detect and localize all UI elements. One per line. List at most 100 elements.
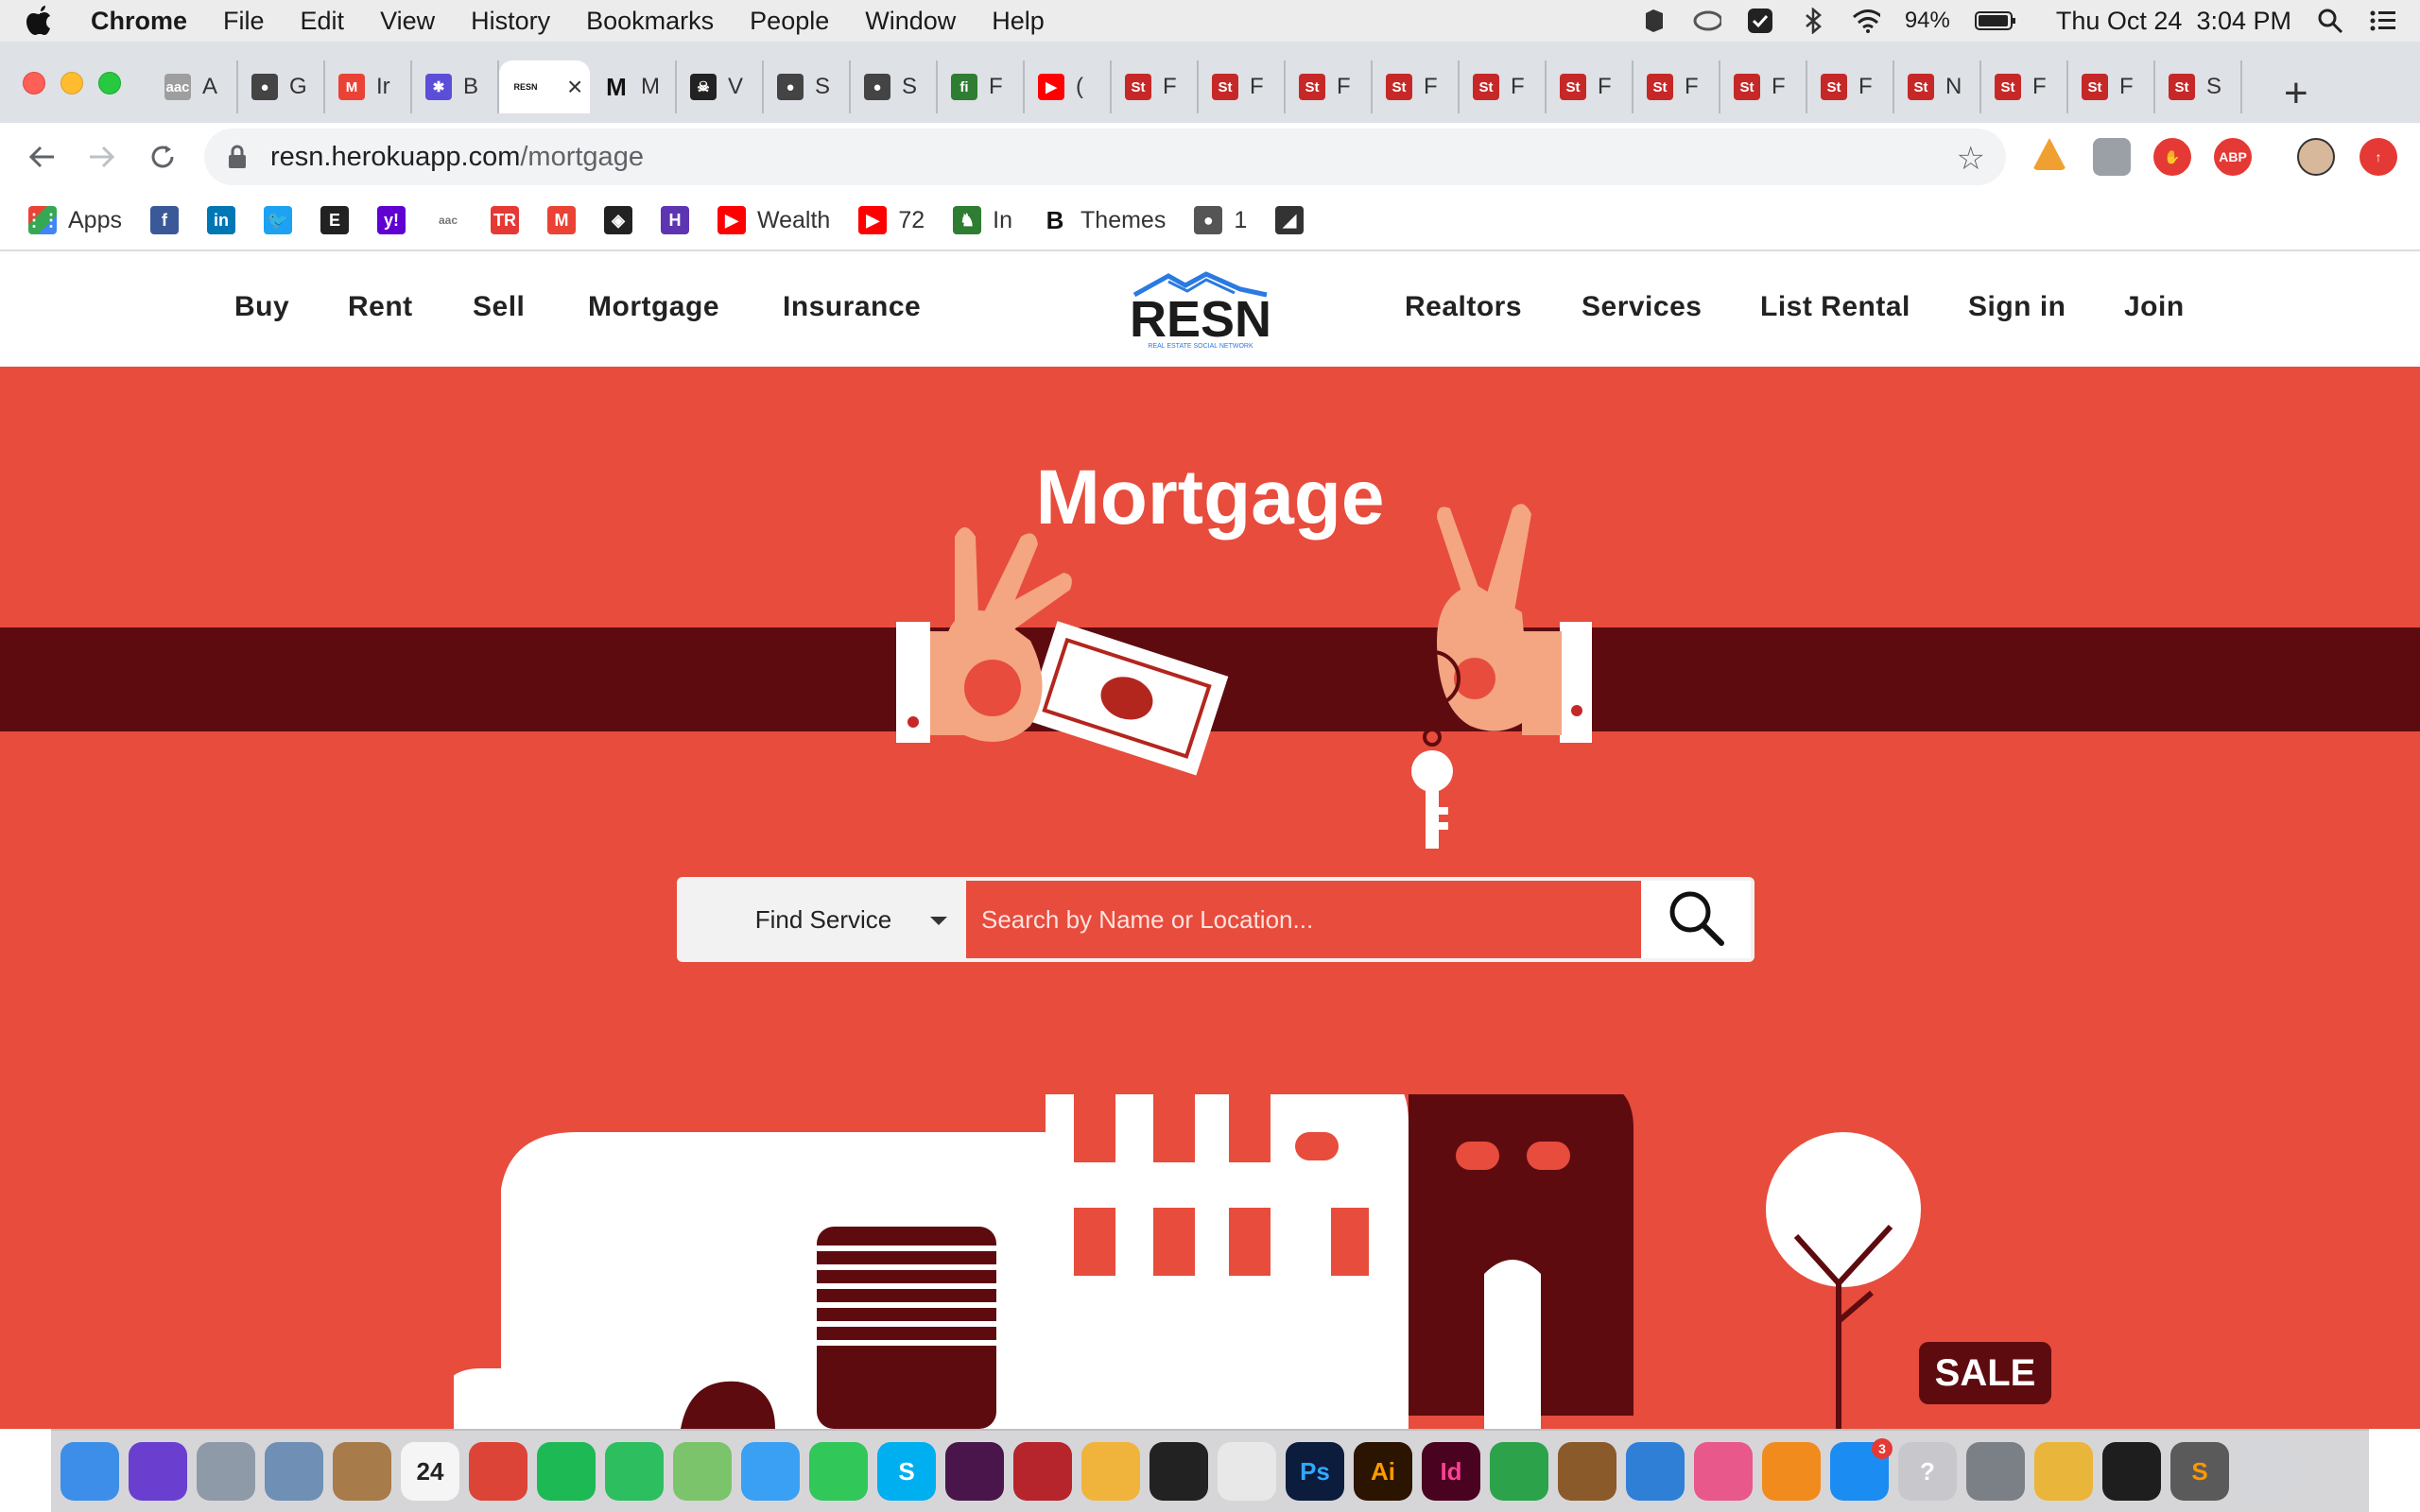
tab[interactable]: St F — [1634, 60, 1720, 113]
battery-icon[interactable] — [1974, 7, 2016, 35]
update-available-icon[interactable]: ↑ — [2360, 138, 2397, 176]
bookmark-item[interactable]: ♞ In — [953, 206, 1012, 234]
messages-icon[interactable] — [741, 1442, 800, 1501]
wifi-icon[interactable] — [1852, 7, 1880, 35]
bookmark-item[interactable]: ▶ 72 — [858, 206, 925, 234]
system-preferences-icon[interactable] — [1966, 1442, 2025, 1501]
bookmark-item[interactable]: ⋮⋮ Apps — [26, 206, 122, 234]
nav-list-rental[interactable]: List Rental — [1760, 291, 1910, 323]
find-service-select[interactable]: Find Service — [681, 881, 966, 958]
chrome-icon[interactable] — [469, 1442, 527, 1501]
trash-icon[interactable] — [2238, 1442, 2297, 1501]
bookmark-item[interactable]: B Themes — [1041, 206, 1167, 234]
help-icon[interactable]: ? — [1898, 1442, 1957, 1501]
back-button[interactable] — [11, 130, 72, 183]
minimize-window-button[interactable] — [60, 72, 83, 94]
numbers-icon[interactable] — [1490, 1442, 1548, 1501]
nav-insurance[interactable]: Insurance — [783, 291, 921, 323]
evernote-status-icon[interactable] — [1640, 7, 1668, 35]
itunes-icon[interactable] — [1694, 1442, 1753, 1501]
address-bar[interactable]: resn.herokuapp.com/mortgage ☆ — [204, 129, 2006, 185]
notes-icon[interactable] — [333, 1442, 391, 1501]
bookmark-item[interactable]: ● 1 — [1194, 206, 1247, 234]
tab[interactable]: M Ir — [325, 60, 412, 113]
tab[interactable]: ▶( — [1025, 60, 1112, 113]
appstore-icon[interactable]: 3 — [1830, 1438, 1893, 1501]
bookmark-item[interactable]: in — [206, 206, 235, 234]
tab[interactable]: ☠ V — [677, 60, 764, 113]
bookmark-item[interactable]: H — [660, 206, 689, 234]
search-input[interactable]: Search by Name or Location... — [966, 881, 1641, 958]
nav-sell[interactable]: Sell — [473, 291, 525, 323]
nav-sign-in[interactable]: Sign in — [1968, 291, 2066, 323]
slack-icon[interactable] — [945, 1442, 1004, 1501]
close-tab-icon[interactable]: × — [567, 72, 582, 102]
bookmark-item[interactable]: M — [546, 206, 576, 234]
creative-cloud-icon[interactable] — [1693, 7, 1721, 35]
apple-icon[interactable] — [23, 4, 57, 38]
bookmark-star-icon[interactable]: ☆ — [1957, 140, 1985, 178]
bookmark-item[interactable]: f — [149, 206, 179, 234]
textedit-icon[interactable] — [1218, 1442, 1276, 1501]
menu-window[interactable]: Window — [865, 7, 956, 36]
forward-button[interactable] — [72, 130, 132, 183]
menu-view[interactable]: View — [380, 7, 435, 36]
tab-active[interactable]: RESN × — [499, 60, 590, 113]
tab[interactable]: St N — [1894, 60, 1981, 113]
extension-square-icon[interactable] — [2093, 138, 2131, 176]
menu-clock[interactable]: Thu Oct 24 3:04 PM — [2056, 7, 2291, 36]
menu-help[interactable]: Help — [992, 7, 1045, 36]
nav-rent[interactable]: Rent — [348, 291, 413, 323]
terminal-icon[interactable] — [2102, 1442, 2161, 1501]
bookmark-item[interactable]: E — [320, 206, 349, 234]
tab[interactable]: St F — [1807, 60, 1894, 113]
menu-bookmarks[interactable]: Bookmarks — [586, 7, 714, 36]
siri-icon[interactable] — [129, 1442, 187, 1501]
garageband-icon[interactable] — [1558, 1442, 1616, 1501]
resn-logo[interactable]: RESN REAL ESTATE SOCIAL NETWORK — [1130, 270, 1271, 352]
tab[interactable]: St F — [1460, 60, 1547, 113]
close-window-button[interactable] — [23, 72, 45, 94]
indesign-icon[interactable]: Id — [1422, 1442, 1480, 1501]
tab[interactable]: ● G — [238, 60, 325, 113]
bookmark-item[interactable]: aac — [434, 206, 462, 234]
profile-avatar[interactable] — [2297, 138, 2335, 176]
notification-center-icon[interactable] — [2369, 7, 2397, 35]
menu-file[interactable]: File — [223, 7, 265, 36]
books-icon[interactable] — [1762, 1442, 1821, 1501]
bookmark-item[interactable]: ▶ Wealth — [717, 206, 830, 234]
photobooth-icon[interactable] — [1013, 1442, 1072, 1501]
zoom-window-button[interactable] — [98, 72, 121, 94]
tab[interactable]: fi F — [938, 60, 1025, 113]
terminal-exec-icon[interactable] — [1150, 1442, 1208, 1501]
photoshop-icon[interactable]: Ps — [1286, 1442, 1344, 1501]
lock-icon[interactable] — [227, 145, 251, 169]
evernote-icon[interactable] — [605, 1442, 664, 1501]
bookmark-item[interactable]: 🐦 — [263, 206, 292, 234]
bluetooth-icon[interactable] — [1799, 7, 1827, 35]
new-tab-button[interactable]: + — [2284, 70, 2308, 117]
reload-button[interactable] — [132, 130, 193, 183]
skype-icon[interactable]: S — [877, 1442, 936, 1501]
maps-icon[interactable] — [673, 1442, 732, 1501]
launchpad-icon[interactable] — [197, 1442, 255, 1501]
tab[interactable]: St F — [1112, 60, 1199, 113]
tab[interactable]: St S — [2155, 60, 2242, 113]
spotify-icon[interactable] — [537, 1442, 596, 1501]
calendar-icon[interactable]: 24 — [401, 1442, 459, 1501]
bookmark-item[interactable]: TR — [490, 206, 519, 234]
finder-icon[interactable] — [60, 1442, 119, 1501]
tab[interactable]: ● S — [851, 60, 938, 113]
extension-stop-icon[interactable]: ✋ — [2153, 138, 2191, 176]
checkmark-status-icon[interactable] — [1746, 7, 1774, 35]
nav-realtors[interactable]: Realtors — [1405, 291, 1522, 323]
bookmark-item[interactable]: y! — [376, 206, 406, 234]
spotlight-search-icon[interactable] — [2316, 7, 2344, 35]
tab[interactable]: St F — [1373, 60, 1460, 113]
tab[interactable]: MM — [590, 60, 677, 113]
facetime-icon[interactable] — [809, 1442, 868, 1501]
tab[interactable]: St F — [1547, 60, 1634, 113]
photos-icon[interactable] — [1081, 1442, 1140, 1501]
nav-join[interactable]: Join — [2124, 291, 2185, 323]
bookmark-item[interactable]: ◈ — [603, 206, 632, 234]
